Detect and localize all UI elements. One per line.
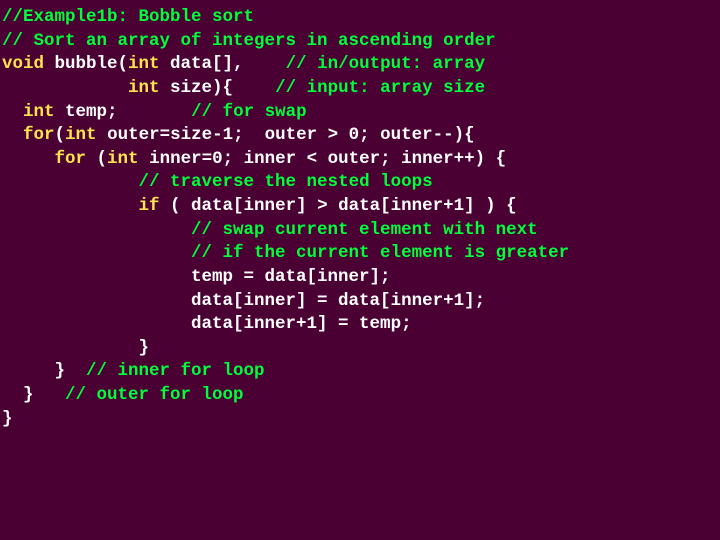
indent (2, 125, 23, 145)
comment: // in/output: array (286, 54, 486, 74)
code-text: } (2, 409, 13, 429)
code-text: data[], (170, 54, 286, 74)
code-text: data[inner+1] = temp; (191, 314, 412, 334)
comment: // swap current element with next (191, 220, 538, 240)
indent (2, 78, 128, 98)
keyword: int (107, 149, 149, 169)
code-text: ( (55, 125, 66, 145)
comment: // outer for loop (65, 385, 244, 405)
indent (2, 385, 23, 405)
comment: // for swap (191, 102, 307, 122)
keyword: int (128, 78, 170, 98)
code-text: outer=size-1; outer > 0; outer--){ (107, 125, 475, 145)
comment: // if the current element is greater (191, 243, 569, 263)
code-text: size){ (170, 78, 275, 98)
code-text: temp; (65, 102, 191, 122)
indent (2, 314, 191, 334)
keyword: int (128, 54, 170, 74)
comment: // Sort an array of integers in ascendin… (2, 31, 496, 51)
code-text: inner=0; inner < outer; inner++) { (149, 149, 506, 169)
code-text: ( (97, 149, 108, 169)
comment: // inner for loop (86, 361, 265, 381)
keyword: for (55, 149, 97, 169)
code-text: } (55, 361, 87, 381)
code-text: ( data[inner] > data[inner+1] ) { (170, 196, 517, 216)
indent (2, 220, 191, 240)
code-block: //Example1b: Bobble sort // Sort an arra… (0, 0, 720, 437)
keyword: void (2, 54, 55, 74)
comment: // input: array size (275, 78, 485, 98)
indent (2, 361, 55, 381)
indent (2, 291, 191, 311)
code-text: temp = data[inner]; (191, 267, 391, 287)
indent (2, 149, 55, 169)
indent (2, 267, 191, 287)
keyword: for (23, 125, 55, 145)
comment: // traverse the nested loops (139, 172, 433, 192)
indent (2, 172, 139, 192)
indent (2, 196, 139, 216)
indent (2, 102, 23, 122)
indent (2, 338, 139, 358)
keyword: int (23, 102, 65, 122)
keyword: if (139, 196, 171, 216)
code-text: bubble( (55, 54, 129, 74)
comment: //Example1b: Bobble sort (2, 7, 254, 27)
code-text: } (23, 385, 65, 405)
code-text: data[inner] = data[inner+1]; (191, 291, 485, 311)
keyword: int (65, 125, 107, 145)
indent (2, 243, 191, 263)
code-text: } (139, 338, 150, 358)
